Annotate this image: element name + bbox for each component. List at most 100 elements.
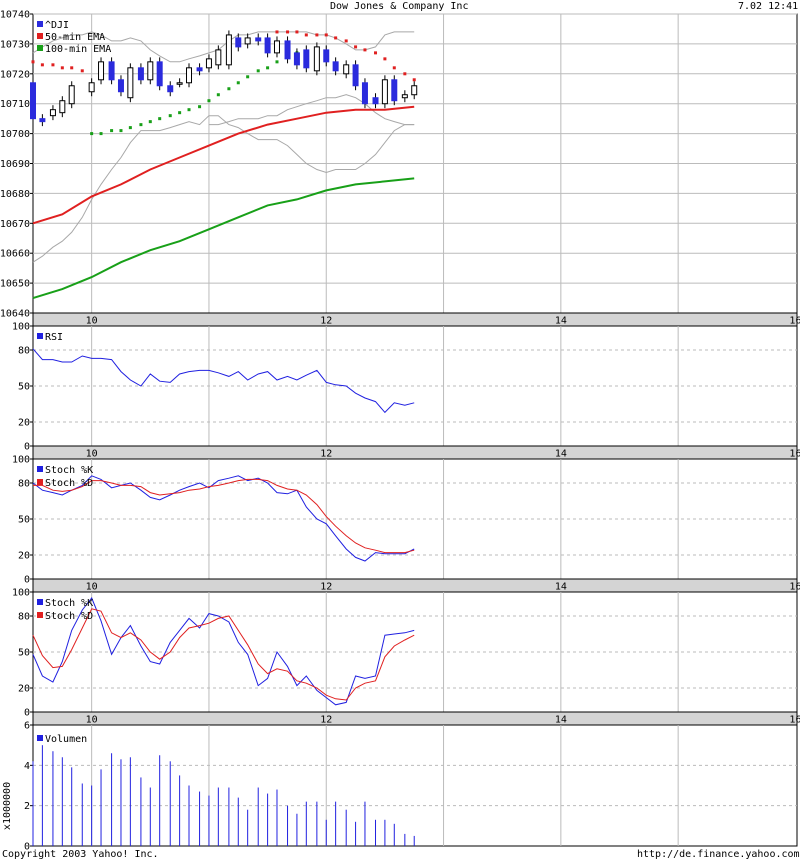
candle-body [264, 37, 271, 54]
x-tick-label: 12 [320, 582, 332, 593]
candle-body [352, 64, 359, 87]
ema100-dot [216, 93, 220, 97]
candle-body [273, 40, 280, 54]
legend-label: 100-min EMA [45, 44, 111, 55]
ema100-dot [187, 108, 191, 112]
y-tick-label: 0 [24, 442, 30, 453]
candle-body [235, 37, 242, 48]
ema50-dot [304, 33, 308, 37]
ema50-dot [70, 66, 74, 70]
candle-body [391, 79, 398, 102]
candle-body [323, 49, 330, 63]
legend-label: Volumen [45, 734, 87, 745]
x-tick-label: 16 [789, 582, 800, 593]
y-tick-label: 10710 [0, 99, 30, 110]
candle-body [196, 67, 203, 72]
ema50-dot [324, 33, 328, 37]
legend-swatch [37, 612, 43, 618]
candle-body [411, 85, 418, 96]
y-tick-label: 10700 [0, 129, 30, 140]
legend-swatch [37, 33, 43, 39]
x-tick-label: 14 [555, 449, 567, 460]
candle-body [215, 49, 222, 66]
candle-body [176, 82, 183, 85]
y-tick-label: 0 [24, 708, 30, 719]
y-tick-label: 10650 [0, 279, 30, 290]
candle-body [127, 67, 134, 99]
x-tick-label: 10 [86, 582, 98, 593]
y-tick-label: 50 [18, 648, 30, 659]
x-tick-label: 16 [789, 449, 800, 460]
y-tick-label: 6 [24, 721, 30, 732]
ema100-dot [158, 117, 162, 121]
y-tick-label: 10730 [0, 39, 30, 50]
ema100-dot [178, 111, 182, 115]
ema100-dot [227, 87, 231, 91]
y-tick-label: 20 [18, 684, 30, 695]
candle-body [137, 67, 144, 81]
copyright-text: Copyright 2003 Yahoo! Inc. [2, 849, 159, 860]
y-axis-label: x1000000 [2, 782, 13, 830]
legend-swatch [37, 45, 43, 51]
legend-swatch [37, 599, 43, 605]
y-tick-label: 20 [18, 418, 30, 429]
candle-body [225, 34, 232, 66]
x-axis-band [32, 578, 798, 593]
candle-body [343, 64, 350, 75]
x-tick-label: 12 [320, 449, 332, 460]
x-tick-label: 14 [555, 316, 567, 327]
legend-label: Stoch %K [45, 598, 93, 609]
ema50-dot [31, 60, 35, 64]
candle-body [30, 82, 36, 120]
ema100-dot [256, 69, 260, 73]
candle-body [381, 79, 388, 105]
candle-body [372, 97, 379, 105]
y-tick-label: 80 [18, 346, 30, 357]
x-axis-band [32, 445, 798, 460]
ema100-dot [266, 66, 270, 70]
candle-body [49, 109, 56, 117]
candle-body [108, 61, 115, 81]
x-tick-label: 16 [789, 715, 800, 726]
y-tick-label: 100 [12, 588, 30, 599]
candle-body [293, 52, 300, 66]
candle-body [401, 94, 408, 99]
x-tick-label: 14 [555, 715, 567, 726]
ema50-dot [51, 63, 55, 67]
ema50-dot [392, 66, 396, 70]
ema50-dot [363, 48, 367, 52]
ema100-dot [236, 81, 240, 85]
candle-body [167, 85, 174, 93]
y-tick-label: 80 [18, 479, 30, 490]
candle-body [59, 100, 66, 114]
y-tick-label: 50 [18, 515, 30, 526]
y-tick-label: 4 [24, 761, 30, 772]
y-tick-label: 10660 [0, 249, 30, 260]
candle-body [88, 82, 95, 93]
candle-body [39, 118, 46, 123]
ema50-dot [60, 66, 64, 70]
ema100-dot [246, 75, 250, 79]
candle-body [186, 67, 193, 84]
ema100-dot [119, 129, 123, 133]
candle-body [332, 61, 339, 72]
candle-body [205, 58, 212, 69]
ema100-dot [198, 105, 202, 109]
y-tick-label: 10720 [0, 69, 30, 80]
x-tick-label: 10 [86, 449, 98, 460]
candle-body [361, 82, 368, 105]
candle-body [255, 37, 262, 42]
ema100-dot [90, 132, 94, 136]
candle-body [284, 40, 291, 60]
ema50-dot [315, 33, 319, 37]
x-tick-label: 10 [86, 715, 98, 726]
legend-label: RSI [45, 332, 63, 343]
ema100-dot [128, 126, 132, 130]
ema50-dot [334, 36, 338, 40]
legend-swatch [37, 479, 43, 485]
x-tick-label: 12 [320, 715, 332, 726]
candle-body [156, 61, 163, 87]
ema50-dot [295, 30, 299, 34]
legend-label: Stoch %K [45, 465, 93, 476]
source-url[interactable]: http://de.finance.yahoo.com/ [637, 848, 800, 861]
